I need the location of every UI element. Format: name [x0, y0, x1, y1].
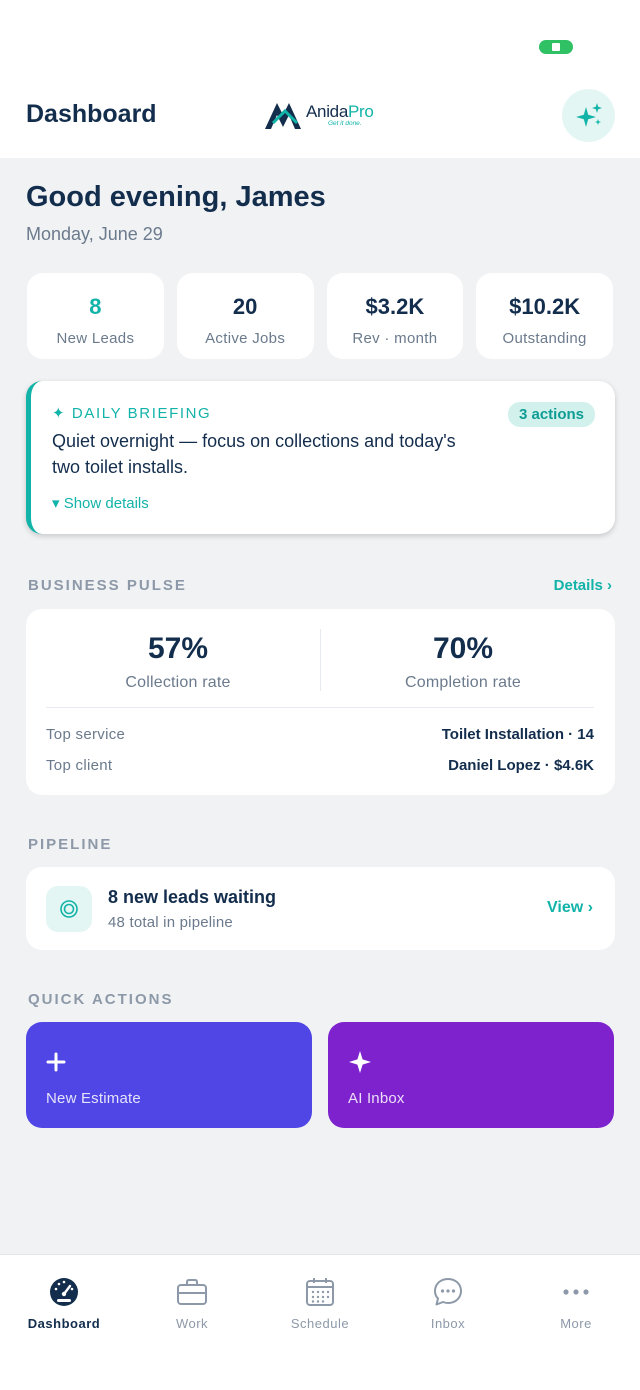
actions-badge[interactable]: 3 actions: [507, 402, 595, 427]
show-details-toggle[interactable]: ▾ Show details: [52, 494, 149, 512]
tab-label: Schedule: [290, 1316, 350, 1331]
pipeline-headline: 8 new leads waiting: [108, 887, 277, 907]
tab-dashboard[interactable]: Dashboard: [0, 1277, 128, 1331]
stat-card-active-jobs[interactable]: 20 Active Jobs: [176, 273, 314, 359]
stat-label: Rev · month: [352, 330, 438, 347]
ai-assistant-button[interactable]: [562, 89, 615, 142]
pipeline-card[interactable]: 8 new leads waiting 48 total in pipeline…: [26, 867, 615, 950]
tab-label: Work: [175, 1316, 209, 1331]
tab-label: More: [560, 1316, 592, 1331]
tab-inbox[interactable]: Inbox: [384, 1277, 512, 1331]
current-date: Monday, June 29: [26, 224, 163, 244]
briefing-label: ✦ DAILY BRIEFING: [52, 405, 212, 422]
daily-briefing-card: ✦ DAILY BRIEFING 3 actions Quiet overnig…: [26, 381, 615, 534]
completion-rate-metric: 70% Completion rate: [316, 609, 610, 692]
pulse-details-link[interactable]: Details ›: [554, 577, 612, 594]
stat-card-new-leads[interactable]: 8 New Leads: [27, 273, 164, 359]
stat-value: 20: [232, 294, 258, 319]
app-header: Dashboard AnidaPro Get it done.: [0, 80, 640, 158]
more-dots-icon: [563, 1289, 589, 1295]
target-icon: [60, 900, 78, 918]
business-pulse-card: 57% Collection rate 70% Completion rate …: [26, 609, 615, 795]
stat-label: Active Jobs: [205, 330, 286, 347]
stats-row: 8 New Leads 20 Active Jobs $3.2K Rev · m…: [27, 273, 613, 359]
ai-inbox-label: AI Inbox: [348, 1090, 405, 1107]
business-pulse-title: BUSINESS PULSE: [28, 577, 187, 594]
top-service-value: Toilet Installation · 14: [441, 726, 594, 743]
quick-actions-title: QUICK ACTIONS: [28, 991, 174, 1008]
collection-rate-metric: 57% Collection rate: [31, 609, 325, 692]
pipeline-view-link[interactable]: View ›: [547, 899, 593, 917]
completion-rate-value: 70%: [432, 632, 494, 665]
logo-mark-icon: [265, 103, 301, 129]
logo-name-accent: Pro: [347, 101, 374, 121]
stat-label: New Leads: [56, 330, 135, 347]
tab-schedule[interactable]: Schedule: [256, 1277, 384, 1331]
app-logo: AnidaPro Get it done.: [263, 98, 374, 132]
sparkle-icon: [349, 1051, 371, 1073]
chat-bubble-icon: [434, 1278, 462, 1306]
tab-work[interactable]: Work: [128, 1277, 256, 1331]
logo-name: Anida: [306, 101, 348, 121]
pipeline-subtitle: 48 total in pipeline: [108, 914, 233, 931]
page-title: Dashboard: [26, 100, 157, 128]
stat-value: 8: [89, 294, 102, 319]
briefcase-icon: [177, 1279, 207, 1305]
pipeline-title: PIPELINE: [28, 836, 113, 853]
collection-rate-value: 57%: [147, 632, 209, 665]
collection-rate-label: Collection rate: [125, 674, 231, 691]
top-service-row: Top service Toilet Installation · 14: [46, 726, 594, 743]
briefing-text: Quiet overnight — focus on collections a…: [52, 431, 456, 477]
sparkles-icon: [575, 102, 602, 127]
new-estimate-button[interactable]: New Estimate: [26, 1022, 312, 1128]
stat-card-revenue[interactable]: $3.2K Rev · month: [326, 273, 464, 359]
plus-icon: [46, 1052, 66, 1072]
top-client-value: Daniel Lopez · $4.6K: [448, 757, 594, 774]
tab-label: Dashboard: [27, 1316, 101, 1331]
camera-indicator-icon: [539, 40, 573, 54]
calendar-icon: [306, 1278, 334, 1306]
top-client-row: Top client Daniel Lopez · $4.6K: [46, 757, 594, 774]
status-bar: [0, 0, 640, 80]
stat-label: Outstanding: [502, 330, 587, 347]
top-client-label: Top client: [46, 757, 113, 774]
bottom-tab-bar: Dashboard Work Schedule Inbox More: [0, 1254, 640, 1390]
completion-rate-label: Completion rate: [405, 674, 521, 691]
greeting: Good evening, James: [26, 181, 326, 213]
new-estimate-label: New Estimate: [46, 1090, 141, 1107]
tab-more[interactable]: More: [512, 1277, 640, 1331]
logo-tagline: Get it done.: [328, 119, 362, 127]
stat-value: $3.2K: [365, 294, 425, 319]
divider: [46, 707, 594, 708]
ai-inbox-button[interactable]: AI Inbox: [328, 1022, 614, 1128]
stat-value: $10.2K: [509, 294, 581, 319]
top-service-label: Top service: [46, 726, 126, 743]
speedometer-icon: [50, 1278, 78, 1306]
stat-card-outstanding[interactable]: $10.2K Outstanding: [476, 273, 613, 359]
pipeline-icon-box: [46, 886, 92, 932]
tab-label: Inbox: [430, 1316, 466, 1331]
